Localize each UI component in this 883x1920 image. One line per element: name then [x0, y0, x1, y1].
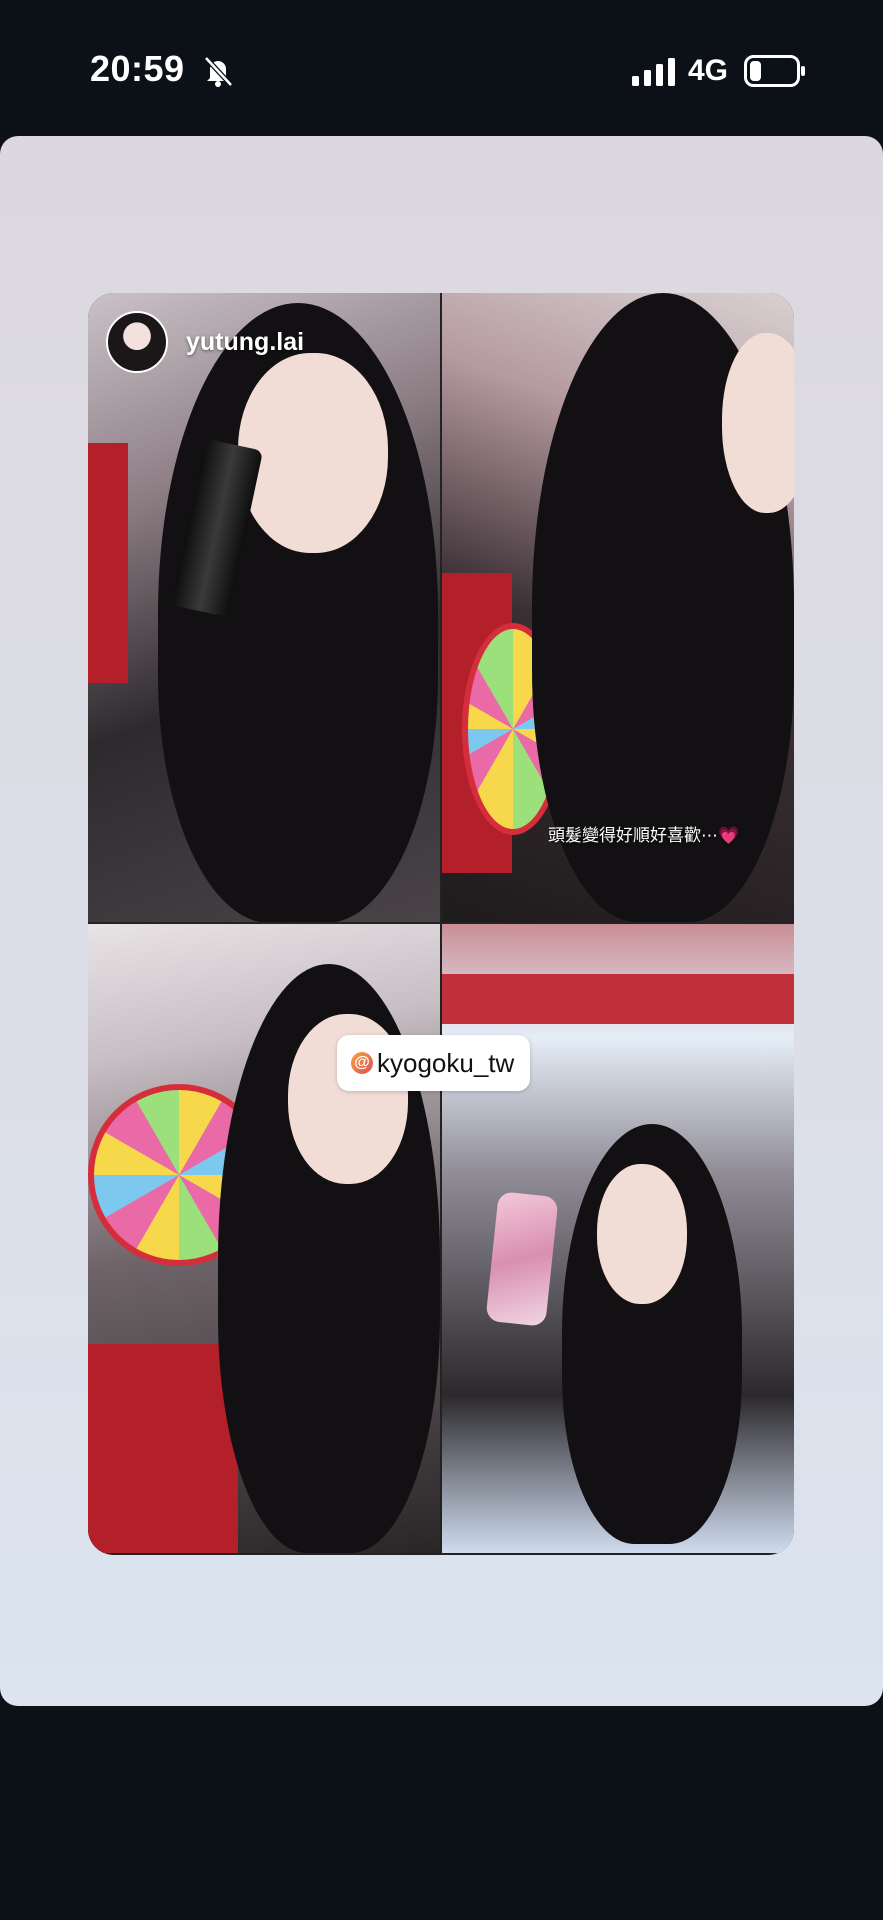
photo-bottom-right — [442, 924, 794, 1553]
signal-bars-icon — [632, 58, 675, 86]
username[interactable]: yutung.lai — [186, 328, 304, 357]
story-header[interactable]: yutung.lai — [106, 311, 304, 373]
phone-case — [485, 1191, 559, 1327]
mention-username[interactable]: kyogoku_tw — [377, 1048, 514, 1079]
photo-top-left — [88, 293, 440, 922]
battery-icon — [744, 55, 805, 87]
at-icon: @ — [351, 1052, 373, 1074]
poster-banner — [88, 443, 128, 683]
photo-bottom-left — [88, 924, 440, 1553]
face — [597, 1164, 687, 1304]
photo-collage[interactable]: yutung.lai 頭髮變得好順好喜歡⋯💗 M ⏻ P — [88, 293, 794, 1555]
display-stand — [88, 1344, 238, 1553]
avatar[interactable] — [106, 311, 168, 373]
shelf-banner — [442, 974, 794, 1024]
status-time: 20:59 — [90, 48, 185, 89]
bell-slash-icon — [204, 56, 233, 87]
network-type: 4G — [688, 54, 729, 87]
story-caption: 頭髮變得好順好喜歡⋯💗 — [548, 826, 740, 845]
status-bar: 20:59 4G — [0, 0, 883, 136]
story-card[interactable]: yutung.lai 頭髮變得好順好喜歡⋯💗 M ⏻ P @ kyogoku_t… — [0, 136, 883, 1706]
mention-sticker[interactable]: @ kyogoku_tw — [337, 1035, 531, 1091]
